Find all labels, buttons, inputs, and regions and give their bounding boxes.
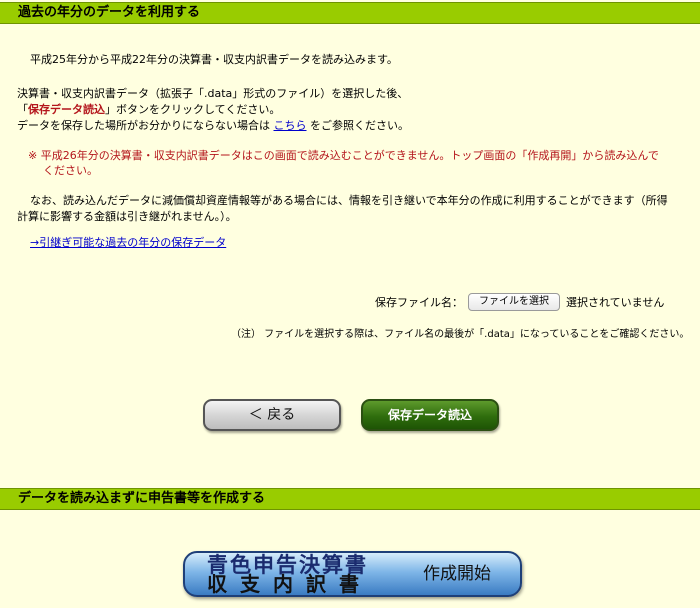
section-header-use-past-data: 過去の年分のデータを利用する	[0, 2, 700, 24]
choose-file-button[interactable]: ファイルを選択	[468, 293, 560, 311]
intro-text: 平成25年分から平成22年分の決算書・収支内訳書データを読み込みます。	[30, 53, 398, 66]
instruction-line-2-rest: 」ボタンをクリックしてください。	[105, 103, 281, 116]
instruction-line-3: データを保存した場所がお分かりにならない場合は こちら をご参照ください。	[17, 118, 409, 133]
section-title: データを読み込まずに申告書等を作成する	[18, 491, 266, 506]
instruction-line-3-after: をご参照ください。	[310, 119, 409, 132]
section-title: 過去の年分のデータを利用する	[18, 5, 201, 20]
warning-line-2: ください。	[43, 164, 98, 177]
load-saved-data-button[interactable]: 保存データ読込	[361, 399, 499, 431]
back-button[interactable]: ＜ 戻る	[203, 399, 341, 431]
file-status: 選択されていません	[566, 296, 665, 309]
warning-line-1: ※ 平成26年分の決算書・収支内訳書データはこの画面で読み込むことができません。…	[28, 149, 659, 162]
start-creation-button[interactable]: 青色申告決算書 収支内訳書 作成開始	[183, 551, 522, 597]
inherit-data-link[interactable]: →引継ぎ可能な過去の年分の保存データ	[30, 236, 226, 249]
button-title-shushi: 収支内訳書	[207, 572, 372, 596]
instruction-button-name: 保存データ読込	[28, 103, 105, 116]
instruction-line-3-before: データを保存した場所がお分かりにならない場合は	[17, 119, 270, 132]
note-line-1: なお、読み込んだデータに減価償却資産情報等がある場合には、情報を引き継いで本年分…	[30, 194, 668, 207]
section-header-create-without-data: データを読み込まずに申告書等を作成する	[0, 488, 700, 510]
help-link-kochira[interactable]: こちら	[274, 119, 307, 132]
instruction-line-1: 決算書・収支内訳書データ（拡張子「.data」形式のファイル）を選択した後、	[17, 87, 409, 100]
button-start-label: 作成開始	[423, 564, 491, 584]
file-label: 保存ファイル名：	[375, 296, 463, 309]
bracket-open: 「	[17, 103, 28, 116]
note-line-2: 計算に影響する金額は引き継がれません。）。	[17, 210, 237, 223]
file-note: （注） ファイルを選択する際は、ファイル名の最後が「.data」になっていること…	[231, 329, 690, 340]
instruction-line-2: 「保存データ読込」ボタンをクリックしてください。	[17, 102, 280, 117]
